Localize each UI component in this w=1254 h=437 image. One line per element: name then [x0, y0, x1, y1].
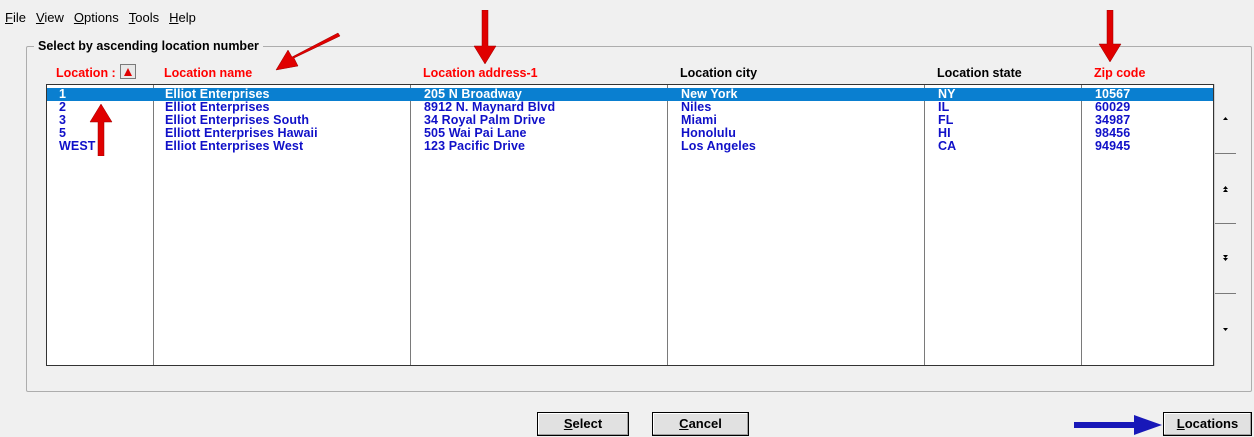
scroll-page-up-button[interactable] — [1215, 154, 1236, 224]
cell-location: WEST — [59, 139, 96, 153]
locations-rest: ocations — [1184, 416, 1239, 431]
menu-view[interactable]: View — [31, 9, 69, 27]
group-title: Select by ascending location number — [34, 38, 263, 54]
locations-hotkey: L — [1176, 416, 1185, 431]
menu-help[interactable]: Help — [164, 9, 201, 27]
table-row[interactable]: WEST Elliot Enterprises West 123 Pacific… — [47, 140, 1213, 153]
menu-view-rest: iew — [44, 10, 64, 25]
header-city[interactable]: Location city — [680, 64, 757, 82]
select-button[interactable]: Select — [537, 412, 629, 436]
menu-file-rest: ile — [12, 10, 26, 25]
cell-name: Elliot Enterprises West — [165, 139, 304, 153]
double-up-arrow-icon — [1223, 186, 1228, 192]
header-zip[interactable]: Zip code — [1094, 64, 1145, 82]
menu-file[interactable]: File — [0, 9, 31, 27]
cancel-rest: ancel — [688, 416, 722, 431]
blue-arrow-icon — [1074, 415, 1162, 435]
cell-zip: 94945 — [1095, 139, 1131, 153]
menu-tools-rest: ools — [135, 10, 160, 25]
select-rest: elect — [572, 416, 603, 431]
cell-state: CA — [938, 139, 957, 153]
column-headers: Location : Location name Location addres… — [46, 64, 1214, 82]
double-down-arrow-icon — [1223, 255, 1228, 261]
menu-options-rest: ptions — [84, 10, 119, 25]
locations-button[interactable]: Locations — [1163, 412, 1252, 436]
cell-city: Los Angeles — [681, 139, 756, 153]
header-state[interactable]: Location state — [937, 64, 1022, 82]
cancel-button[interactable]: Cancel — [652, 412, 749, 436]
cancel-hotkey: C — [679, 416, 689, 431]
scroll-line-up-button[interactable] — [1215, 84, 1236, 154]
menu-tools[interactable]: Tools — [124, 9, 164, 27]
header-address[interactable]: Location address-1 — [423, 64, 538, 82]
header-location-name[interactable]: Location name — [164, 64, 252, 82]
small-up-arrow-icon — [1223, 117, 1228, 120]
menu-help-rest: elp — [178, 10, 196, 25]
cell-address: 123 Pacific Drive — [424, 139, 526, 153]
header-location-label: Location : — [56, 66, 116, 80]
scroll-page-down-button[interactable] — [1215, 224, 1236, 294]
select-hotkey: S — [563, 416, 573, 431]
scroll-line-down-button[interactable] — [1215, 294, 1236, 364]
locations-list[interactable]: 1 Elliot Enterprises 205 N Broadway New … — [46, 84, 1214, 366]
menu-options[interactable]: Options — [69, 9, 124, 27]
menu-bar: File View Options Tools Help — [0, 9, 201, 27]
small-down-arrow-icon — [1223, 327, 1228, 331]
sort-ascending-icon[interactable] — [119, 64, 136, 79]
header-location[interactable]: Location : — [56, 64, 136, 82]
list-scrollbar[interactable] — [1214, 84, 1236, 366]
